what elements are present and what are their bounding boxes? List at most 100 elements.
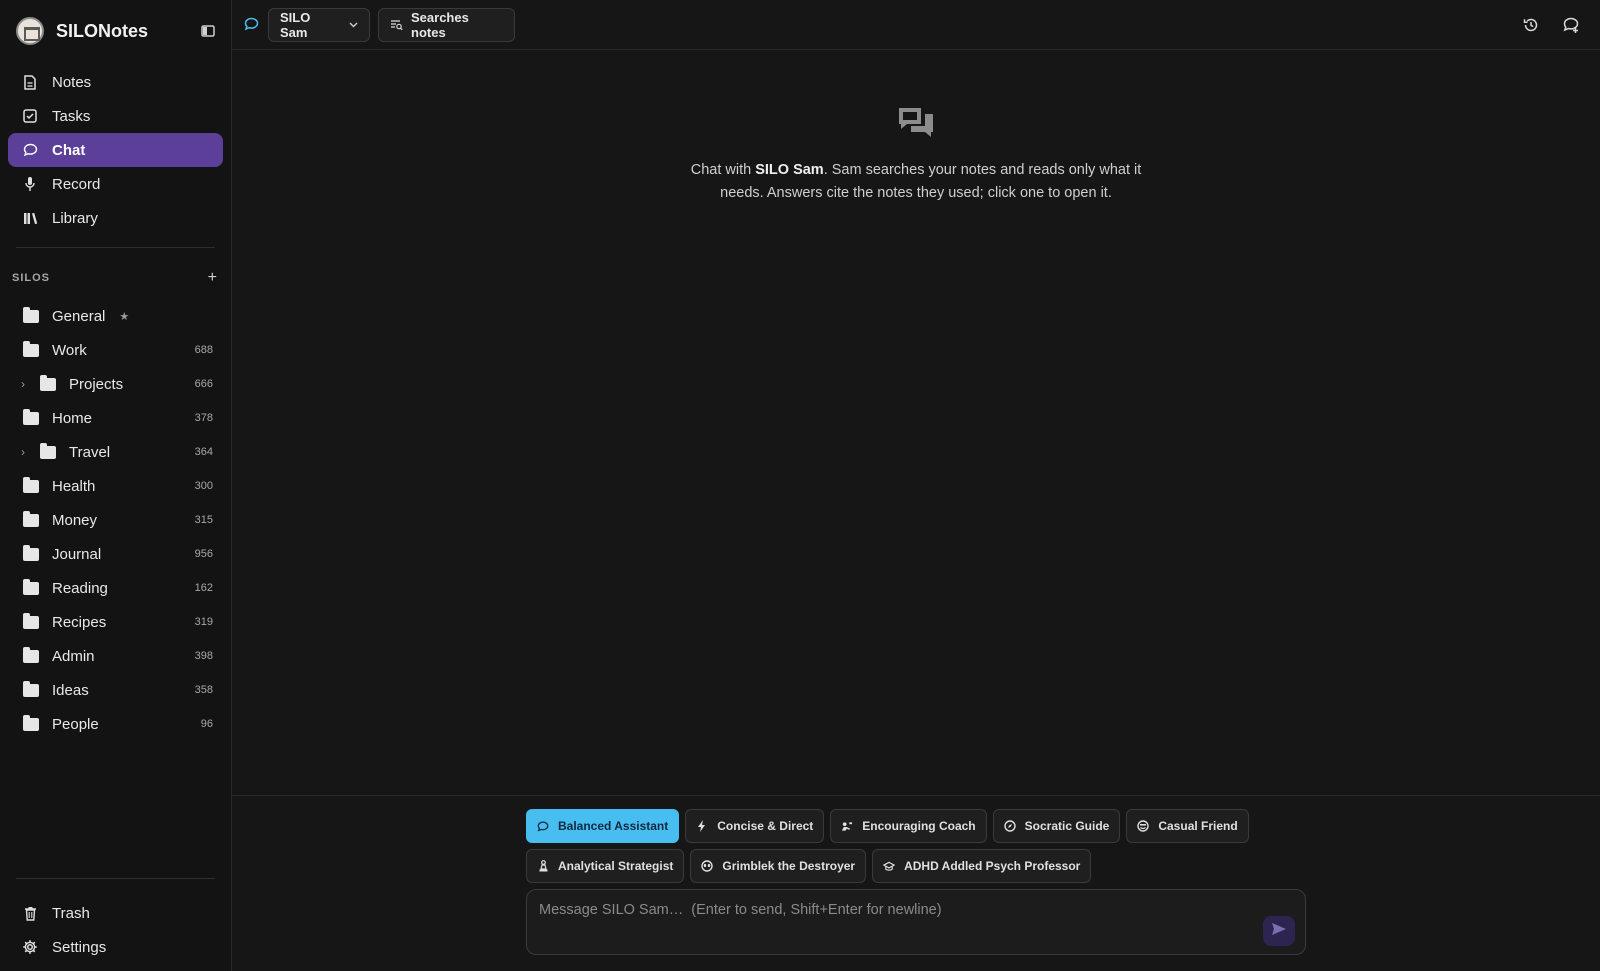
silos-list: General ★ Work 688 › Projects 666 Home 378 › Trave… — [8, 299, 223, 741]
sidebar-collapse-icon[interactable] — [200, 23, 216, 39]
silo-count: 378 — [194, 412, 213, 424]
chess-icon — [537, 860, 549, 872]
folder-icon — [23, 680, 39, 697]
silo-item-travel[interactable]: › Travel 364 — [8, 435, 223, 469]
persona-label: Concise & Direct — [717, 819, 814, 833]
sidebar: SILONotes Notes Tasks Chat Record Librar… — [0, 0, 232, 971]
nav-item-tasks[interactable]: Tasks — [8, 99, 223, 133]
nav-label: Notes — [52, 73, 92, 91]
chevron-right-icon[interactable]: › — [21, 445, 25, 459]
nav-item-record[interactable]: Record — [8, 167, 223, 201]
silo-item-general[interactable]: General ★ — [8, 299, 223, 333]
silo-label: Health — [52, 477, 96, 495]
nav-item-library[interactable]: Library — [8, 201, 223, 235]
nav-item-settings[interactable]: Settings — [8, 930, 223, 964]
conversation-icon — [897, 106, 935, 147]
silo-item-people[interactable]: People 96 — [8, 707, 223, 741]
nav-label: Tasks — [52, 107, 91, 125]
persona-analytical-strategist[interactable]: Analytical Strategist — [526, 849, 685, 883]
silo-item-ideas[interactable]: Ideas 358 — [8, 673, 223, 707]
silo-label: Work — [52, 341, 87, 359]
chat-bubble-icon — [22, 142, 38, 158]
silo-count: 300 — [194, 480, 213, 492]
persona-grimblek-the-destroyer[interactable]: Grimblek the Destroyer — [690, 849, 867, 883]
nav-item-trash[interactable]: Trash — [8, 896, 223, 930]
persona-balanced-assistant[interactable]: Balanced Assistant — [526, 809, 680, 843]
silo-count: 688 — [194, 344, 213, 356]
folder-icon — [23, 646, 39, 663]
persona-label: Balanced Assistant — [558, 819, 669, 833]
folder-icon — [23, 714, 39, 731]
search-list-icon — [390, 19, 403, 31]
new-chat-icon[interactable] — [1562, 16, 1580, 34]
silo-item-projects[interactable]: › Projects 666 — [8, 367, 223, 401]
chevron-right-icon[interactable]: › — [21, 377, 25, 391]
brand: SILONotes — [16, 16, 216, 46]
folder-icon — [23, 306, 39, 323]
persona-label: Grimblek the Destroyer — [722, 859, 856, 873]
alien-icon — [701, 860, 714, 872]
silo-count: 358 — [194, 684, 213, 696]
silos-title: SILOS — [12, 272, 51, 284]
sidebar-divider — [16, 247, 215, 248]
silo-item-admin[interactable]: Admin 398 — [8, 639, 223, 673]
folder-icon — [40, 442, 56, 459]
search-mode-button[interactable]: Searches notes — [378, 8, 515, 42]
assistant-select-button[interactable]: SILO Sam — [268, 8, 370, 42]
empty-text-prefix: Chat with — [690, 162, 756, 178]
persona-label: Socratic Guide — [1024, 819, 1110, 833]
nav-item-notes[interactable]: Notes — [8, 65, 223, 99]
silo-label: Reading — [52, 579, 108, 597]
silo-count: 319 — [194, 616, 213, 628]
persona-label: Analytical Strategist — [558, 859, 674, 873]
nav-label: Chat — [52, 141, 86, 159]
chevron-down-icon — [349, 20, 358, 31]
assistant-label: SILO Sam — [280, 10, 311, 40]
chat-bubble-icon — [244, 17, 259, 36]
silo-label: Home — [52, 409, 93, 427]
bottom-nav: Trash Settings — [8, 896, 223, 964]
silo-item-money[interactable]: Money 315 — [8, 503, 223, 537]
silo-label: Ideas — [52, 681, 89, 699]
silo-item-journal[interactable]: Journal 956 — [8, 537, 223, 571]
silo-item-recipes[interactable]: Recipes 319 — [8, 605, 223, 639]
add-silo-button[interactable]: + — [208, 270, 217, 286]
message-input[interactable] — [527, 890, 1305, 954]
silo-item-home[interactable]: Home 378 — [8, 401, 223, 435]
silo-label: Travel — [69, 443, 111, 461]
persona-adhd-addled-psych-professor[interactable]: ADHD Addled Psych Professor — [872, 849, 1092, 883]
persona-casual-friend[interactable]: Casual Friend — [1126, 809, 1249, 843]
silo-count: 96 — [200, 718, 213, 730]
microphone-icon — [22, 176, 38, 192]
persona-concise-direct[interactable]: Concise & Direct — [685, 809, 825, 843]
note-icon — [22, 74, 38, 90]
search-mode-label: Searches notes — [411, 10, 469, 40]
empty-text-assistant: SILO Sam — [755, 162, 824, 178]
silo-count: 315 — [194, 514, 213, 526]
silo-count: 162 — [194, 582, 213, 594]
star-icon: ★ — [119, 310, 130, 323]
silo-count: 956 — [194, 548, 213, 560]
sidebar-divider — [16, 878, 215, 879]
persona-socratic-guide[interactable]: Socratic Guide — [992, 809, 1121, 843]
gear-icon — [22, 939, 38, 955]
graduation-cap-icon — [883, 860, 896, 872]
persona-encouraging-coach[interactable]: Encouraging Coach — [830, 809, 987, 843]
send-button[interactable] — [1263, 916, 1295, 946]
history-icon[interactable] — [1522, 16, 1540, 34]
message-input-box — [526, 889, 1306, 955]
nav-label: Trash — [52, 904, 90, 922]
silo-label: General — [52, 307, 106, 325]
folder-icon — [23, 340, 39, 357]
chat-bubble-icon — [537, 820, 549, 832]
persona-row: Balanced Assistant Concise & Direct Encour… — [526, 809, 1316, 843]
folder-icon — [23, 476, 39, 493]
silo-item-health[interactable]: Health 300 — [8, 469, 223, 503]
persona-row: Analytical Strategist Grimblek the Destro… — [526, 849, 1316, 883]
composer: Balanced Assistant Concise & Direct Encour… — [232, 795, 1600, 971]
nav-item-chat[interactable]: Chat — [8, 133, 223, 167]
silo-item-work[interactable]: Work 688 — [8, 333, 223, 367]
silo-item-reading[interactable]: Reading 162 — [8, 571, 223, 605]
silo-count: 666 — [194, 378, 213, 390]
folder-icon — [40, 374, 56, 391]
